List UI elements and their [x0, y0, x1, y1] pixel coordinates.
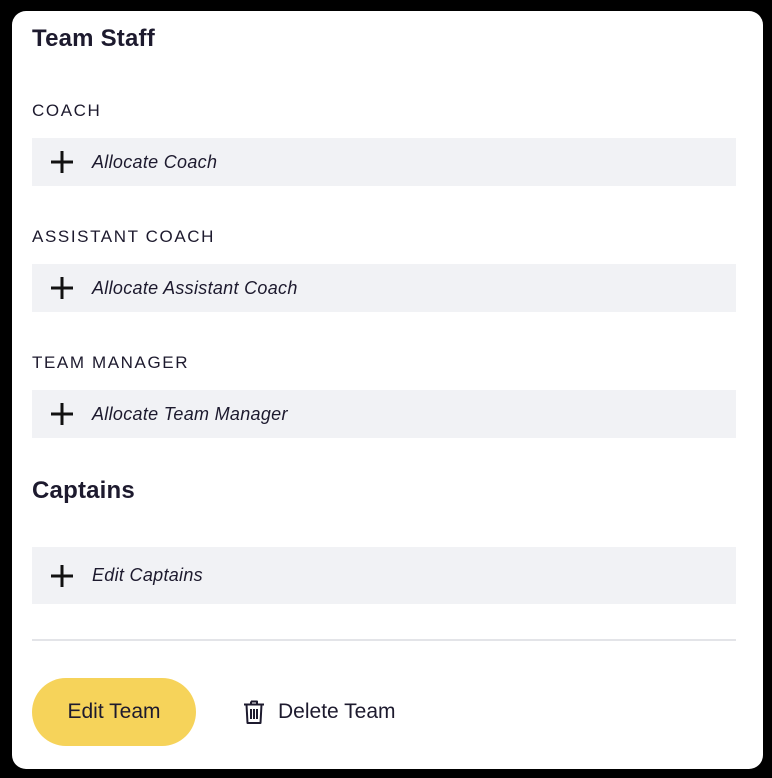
plus-icon [32, 564, 92, 588]
team-manager-label: TEAM MANAGER [32, 353, 190, 372]
edit-team-button[interactable]: Edit Team [32, 678, 196, 746]
edit-captains-button[interactable]: Edit Captains [32, 547, 736, 604]
allocate-assistant-coach-button[interactable]: Allocate Assistant Coach [32, 264, 736, 312]
allocate-coach-button[interactable]: Allocate Coach [32, 138, 736, 186]
coach-label: COACH [32, 101, 102, 120]
plus-icon [32, 276, 92, 300]
assistant-coach-label: ASSISTANT COACH [32, 227, 216, 246]
delete-team-label: Delete Team [278, 700, 396, 723]
allocate-coach-label: Allocate Coach [92, 151, 218, 172]
allocate-assistant-coach-label: Allocate Assistant Coach [92, 277, 298, 298]
plus-icon [32, 402, 92, 426]
team-staff-panel: Team Staff COACH Allocate Coach ASSISTAN… [12, 11, 763, 769]
allocate-team-manager-button[interactable]: Allocate Team Manager [32, 390, 736, 438]
delete-team-button[interactable]: Delete Team [242, 694, 396, 730]
captains-heading: Captains [32, 477, 135, 504]
team-staff-heading: Team Staff [32, 25, 155, 52]
allocate-team-manager-label: Allocate Team Manager [92, 403, 288, 424]
trash-icon [242, 699, 266, 725]
edit-captains-label: Edit Captains [92, 565, 203, 585]
footer-divider [32, 639, 736, 641]
plus-icon [32, 150, 92, 174]
